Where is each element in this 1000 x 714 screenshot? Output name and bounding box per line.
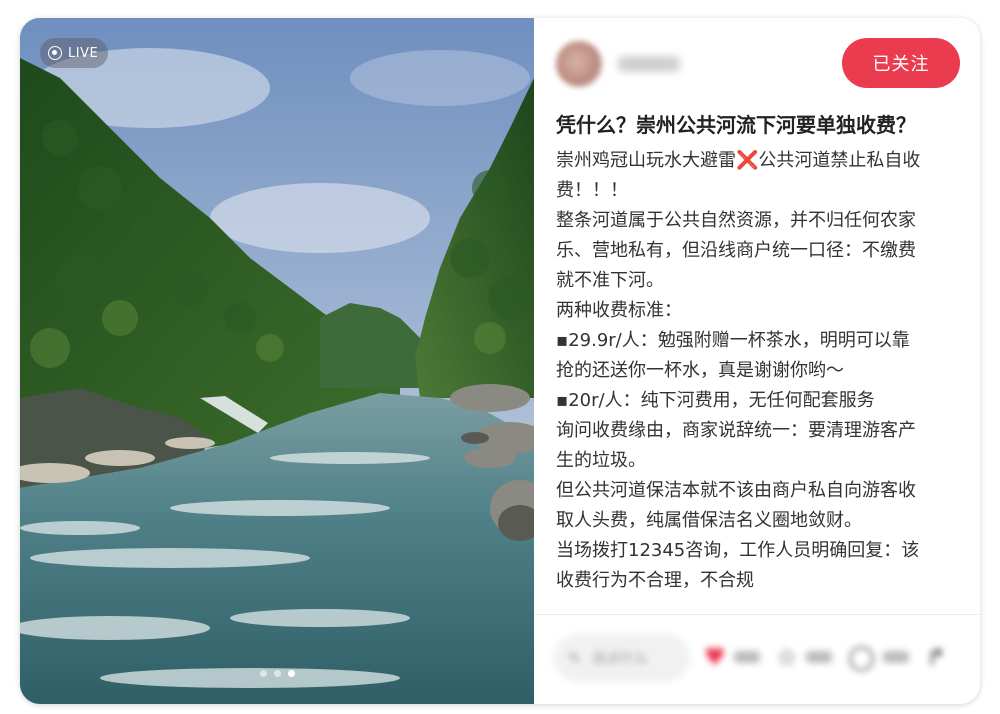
live-label: LIVE (68, 45, 99, 61)
comment-icon: ◯ (848, 643, 875, 671)
post-body-line: 崇州鸡冠山玩水大避雷❌公共河道禁止私自收 (556, 150, 921, 171)
collect-button[interactable]: ☆ (776, 644, 832, 670)
post-body-line: ▪︎20r/人：纯下河费用，无任何配套服务 (556, 390, 875, 411)
interaction-bar: ✎ 说点什么 ♥ ☆ ◯ ↱ (554, 634, 964, 686)
author-info[interactable] (556, 40, 680, 88)
post-body-line: ▪︎29.9r/人：勉强附赠一杯茶水，明明可以靠 (556, 330, 910, 351)
river-photo (20, 18, 534, 704)
live-photo-icon (48, 46, 62, 60)
post-body-line: 抢的还送你一杯水，真是谢谢你哟～ (556, 360, 844, 381)
post-image[interactable]: LIVE (20, 18, 534, 704)
post-body-line: 当场拨打12345咨询，工作人员明确回复：该 (556, 540, 920, 561)
post-body-line: 取人头费，纯属借保洁名义圈地敛财。 (556, 510, 862, 531)
post-body-line: 两种收费标准： (556, 300, 682, 321)
share-icon: ↱ (926, 643, 947, 671)
post-body-line: 乐、营地私有，但沿线商户统一口径：不缴费 (556, 240, 916, 261)
post-body-line: 就不准下河。 (556, 270, 664, 291)
follow-button[interactable]: 已关注 (842, 38, 960, 88)
comment-input[interactable]: ✎ 说点什么 (554, 634, 690, 682)
comment-button[interactable]: ◯ (848, 644, 909, 670)
carousel-indicator (260, 670, 295, 677)
pen-icon: ✎ (568, 649, 581, 667)
post-body-line: 但公共河道保洁本就不该由商户私自向游客收 (556, 480, 916, 501)
share-button[interactable]: ↱ (926, 644, 946, 670)
collect-count (805, 651, 832, 663)
post-card: LIVE 已关注 凭什么？崇州公共河流下河要单独收费？ 崇州鸡冠山玩水大避雷❌公… (20, 18, 980, 704)
comment-count (882, 651, 909, 663)
star-icon: ☆ (776, 643, 798, 671)
post-body-line: 整条河道属于公共自然资源，并不归任何农家 (556, 210, 916, 231)
avatar[interactable] (556, 41, 602, 87)
live-badge[interactable]: LIVE (40, 38, 109, 68)
post-body-line: 询问收费缘由，商家说辞统一：要清理游客产 (556, 420, 916, 441)
post-detail-panel: 已关注 凭什么？崇州公共河流下河要单独收费？ 崇州鸡冠山玩水大避雷❌公共河道禁止… (534, 18, 980, 704)
heart-icon: ♥ (704, 643, 726, 671)
carousel-dot-active[interactable] (288, 670, 295, 677)
like-count (733, 651, 760, 663)
post-title: 凭什么？崇州公共河流下河要单独收费？ (556, 113, 916, 137)
comment-placeholder: 说点什么 (592, 651, 648, 667)
carousel-dot[interactable] (260, 670, 267, 677)
post-body-line: 费！！！ (556, 180, 628, 201)
post-body-line: 生的垃圾。 (556, 450, 646, 471)
post-body-line: 收费行为不合理，不合规 (556, 570, 754, 591)
author-name[interactable] (618, 56, 680, 72)
post-content[interactable]: 凭什么？崇州公共河流下河要单独收费？ 崇州鸡冠山玩水大避雷❌公共河道禁止私自收 … (556, 110, 966, 612)
divider (534, 614, 980, 615)
like-button[interactable]: ♥ (704, 644, 760, 670)
carousel-dot[interactable] (274, 670, 281, 677)
